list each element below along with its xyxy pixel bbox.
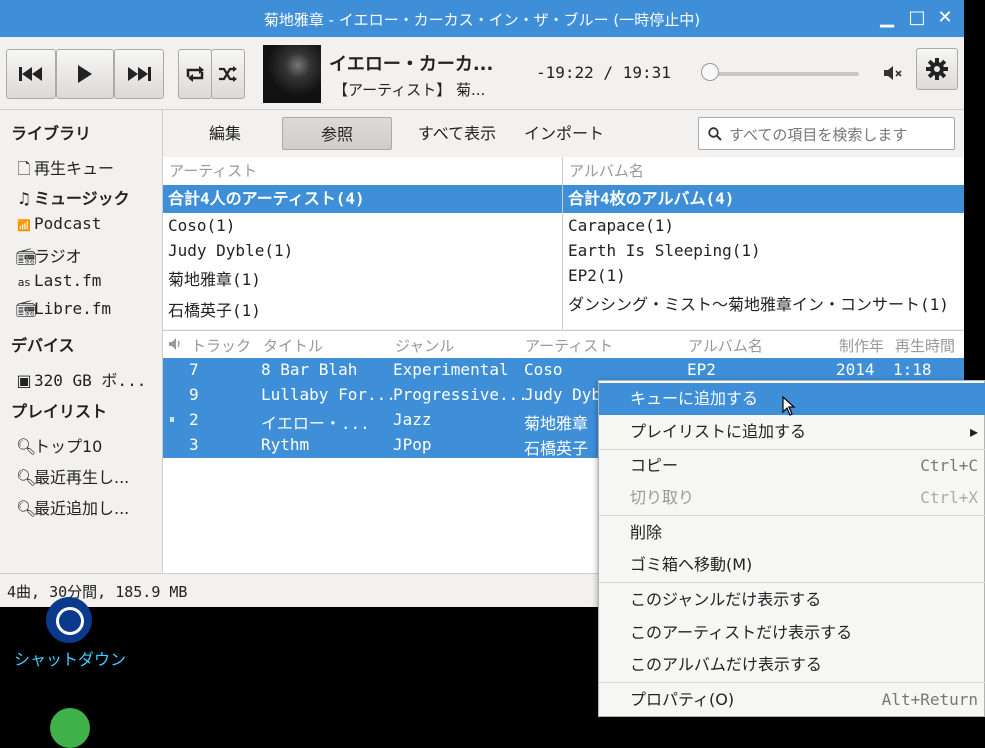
menu-item-properties[interactable]: プロパティ(O) Alt+Return bbox=[599, 684, 985, 716]
sidebar-item-recently-played[interactable]: 🔍︎最近再生し... bbox=[16, 464, 129, 488]
search-icon: 🔍︎ bbox=[16, 499, 37, 518]
gear-icon bbox=[926, 58, 948, 80]
menu-item-move-to-trash[interactable]: ゴミ箱へ移動(M) bbox=[599, 549, 985, 581]
playlists-heading: プレイリスト bbox=[11, 402, 108, 421]
tab-import[interactable]: インポート bbox=[519, 117, 609, 150]
play-button[interactable] bbox=[56, 49, 114, 99]
title-bar[interactable]: 菊地雅章 - イエロー・カーカス・イン・ザ・ブルー (一時停止中) ▁ □ ✕ bbox=[0, 0, 964, 37]
menu-item-copy[interactable]: コピー Ctrl+C bbox=[599, 450, 985, 482]
context-menu: キューに追加する プレイリストに追加する ▸ コピー Ctrl+C 切り取り Ctrl… bbox=[598, 380, 985, 717]
column-header-length[interactable]: 再生時間 bbox=[895, 335, 955, 356]
list-item[interactable]: 菊地雅章(1) bbox=[163, 266, 562, 294]
lastfm-icon: as bbox=[17, 276, 31, 289]
seek-slider[interactable] bbox=[710, 72, 859, 76]
search-placeholder: すべての項目を検索します bbox=[729, 126, 908, 144]
next-track-button[interactable] bbox=[114, 49, 164, 99]
list-item[interactable]: 合計4枚のアルバム(4) bbox=[563, 185, 964, 213]
list-item[interactable]: EP2(1) bbox=[563, 262, 964, 290]
pause-icon: ⏸ bbox=[169, 412, 176, 426]
shutdown-icon[interactable] bbox=[46, 597, 92, 643]
list-item[interactable]: Carapace(1) bbox=[563, 212, 964, 240]
column-header-artist[interactable]: アーティスト bbox=[525, 335, 613, 356]
album-art[interactable] bbox=[263, 45, 321, 103]
tab-edit[interactable]: 編集 bbox=[193, 117, 257, 150]
radio-icon: 📻︎ bbox=[16, 247, 37, 266]
drive-icon: ▣ bbox=[16, 371, 32, 390]
filter-panes: アーティスト 合計4人のアーティスト(4) Coso(1) Judy Dyble… bbox=[163, 157, 964, 329]
shuffle-icon bbox=[219, 66, 237, 82]
column-header-track[interactable]: トラック bbox=[191, 335, 251, 356]
list-item[interactable]: 合計4人のアーティスト(4) bbox=[163, 185, 562, 213]
list-item[interactable]: ダンシング・ミスト〜菊地雅章イン・コンサート(1) bbox=[563, 291, 964, 319]
menu-item-cut: 切り取り Ctrl+X bbox=[630, 488, 978, 507]
column-header-year[interactable]: 制作年 bbox=[839, 335, 884, 356]
menu-item-delete[interactable]: 削除 bbox=[599, 517, 985, 549]
submenu-arrow-icon: ▸ bbox=[969, 422, 978, 441]
devices-heading: デバイス bbox=[11, 336, 75, 355]
next-icon bbox=[128, 67, 151, 81]
artist-filter-header[interactable]: アーティスト bbox=[169, 160, 257, 181]
librefm-icon: 📻︎ bbox=[16, 299, 37, 318]
tab-show-all[interactable]: すべて表示 bbox=[407, 117, 507, 150]
previous-icon bbox=[19, 67, 42, 81]
column-header-title[interactable]: タイトル bbox=[263, 335, 323, 356]
sidebar: ライブラリ 🗋 再生キュー ♫ ミュージック 📶 Podcast 📻︎ラジオ as La… bbox=[0, 110, 163, 572]
library-heading: ライブラリ bbox=[11, 124, 92, 143]
play-icon bbox=[78, 65, 92, 83]
repeat-icon bbox=[186, 66, 204, 82]
column-header-album[interactable]: アルバム名 bbox=[688, 335, 763, 356]
music-note-icon: ♫ bbox=[16, 189, 32, 208]
now-playing-artist: 【アーティスト】 菊... bbox=[333, 81, 486, 99]
close-icon[interactable]: ✕ bbox=[934, 7, 956, 29]
tab-browse[interactable]: 参照 bbox=[282, 117, 392, 150]
desktop-app-icon[interactable] bbox=[50, 708, 90, 748]
now-playing-title: イエロー・カーカ... bbox=[329, 54, 494, 75]
minimize-icon[interactable]: ▁ bbox=[876, 7, 898, 29]
document-icon: 🗋 bbox=[17, 159, 31, 178]
column-header-genre[interactable]: ジャンル bbox=[395, 335, 454, 356]
menu-item-show-genre-only[interactable]: このジャンルだけ表示する bbox=[599, 584, 985, 616]
speaker-icon bbox=[169, 338, 180, 350]
seek-slider-knob[interactable] bbox=[701, 63, 719, 81]
menu-item-show-artist-only[interactable]: このアーティストだけ表示する bbox=[599, 617, 985, 649]
podcast-icon: 📶 bbox=[17, 219, 31, 232]
search-input[interactable]: すべての項目を検索します bbox=[698, 117, 955, 150]
sidebar-item-top10[interactable]: 🔍︎トップ10 bbox=[16, 433, 102, 457]
menu-item-show-album-only[interactable]: このアルバムだけ表示する bbox=[599, 649, 985, 681]
repeat-button[interactable] bbox=[178, 49, 212, 99]
shuffle-button[interactable] bbox=[211, 49, 245, 99]
volume-muted-icon[interactable] bbox=[884, 65, 904, 85]
status-text: 4曲, 30分間, 185.9 MB bbox=[7, 583, 188, 601]
search-icon bbox=[708, 127, 722, 141]
sidebar-item-drive[interactable]: ▣ 320 GB ボ... bbox=[16, 367, 146, 391]
shutdown-label[interactable]: シャットダウン bbox=[14, 646, 126, 670]
window-title: 菊地雅章 - イエロー・カーカス・イン・ザ・ブルー (一時停止中) bbox=[263, 11, 701, 29]
list-item[interactable]: Coso(1) bbox=[163, 212, 562, 240]
sidebar-item-music[interactable]: ♫ ミュージック bbox=[16, 185, 130, 209]
menu-item-add-to-playlist[interactable]: プレイリストに追加する ▸ bbox=[599, 416, 985, 448]
album-filter-header[interactable]: アルバム名 bbox=[569, 160, 644, 181]
sidebar-item-recently-added[interactable]: 🔍︎最近追加し... bbox=[16, 495, 129, 519]
list-item[interactable]: Earth Is Sleeping(1) bbox=[563, 237, 964, 265]
sidebar-item-podcast[interactable]: 📶 Podcast bbox=[16, 214, 101, 233]
sidebar-item-librefm[interactable]: 📻︎Libre.fm bbox=[16, 299, 111, 318]
maximize-icon[interactable]: □ bbox=[906, 7, 928, 29]
search-icon: 🔍︎ bbox=[16, 468, 37, 487]
browser-tab-bar: 編集 参照 すべて表示 インポート すべての項目を検索します bbox=[163, 110, 964, 156]
list-item[interactable]: Judy Dyble(1) bbox=[163, 237, 562, 265]
sidebar-item-lastfm[interactable]: as Last.fm bbox=[16, 271, 102, 290]
mouse-cursor-icon bbox=[782, 396, 796, 416]
previous-track-button[interactable] bbox=[6, 49, 56, 99]
search-icon: 🔍︎ bbox=[16, 437, 37, 456]
playback-time[interactable]: -19:22 / 19:31 bbox=[536, 63, 671, 82]
settings-button[interactable] bbox=[916, 48, 958, 90]
artist-filter-pane: アーティスト 合計4人のアーティスト(4) Coso(1) Judy Dyble… bbox=[163, 157, 563, 329]
list-item[interactable]: 石橋英子(1) bbox=[163, 297, 562, 325]
sidebar-item-radio[interactable]: 📻︎ラジオ bbox=[16, 243, 82, 267]
toolbar: イエロー・カーカ... 【アーティスト】 菊... -19:22 / 19:31 bbox=[0, 37, 964, 110]
sidebar-item-queue[interactable]: 🗋 再生キュー bbox=[16, 155, 114, 185]
album-filter-pane: アルバム名 合計4枚のアルバム(4) Carapace(1) Earth Is … bbox=[563, 157, 964, 329]
